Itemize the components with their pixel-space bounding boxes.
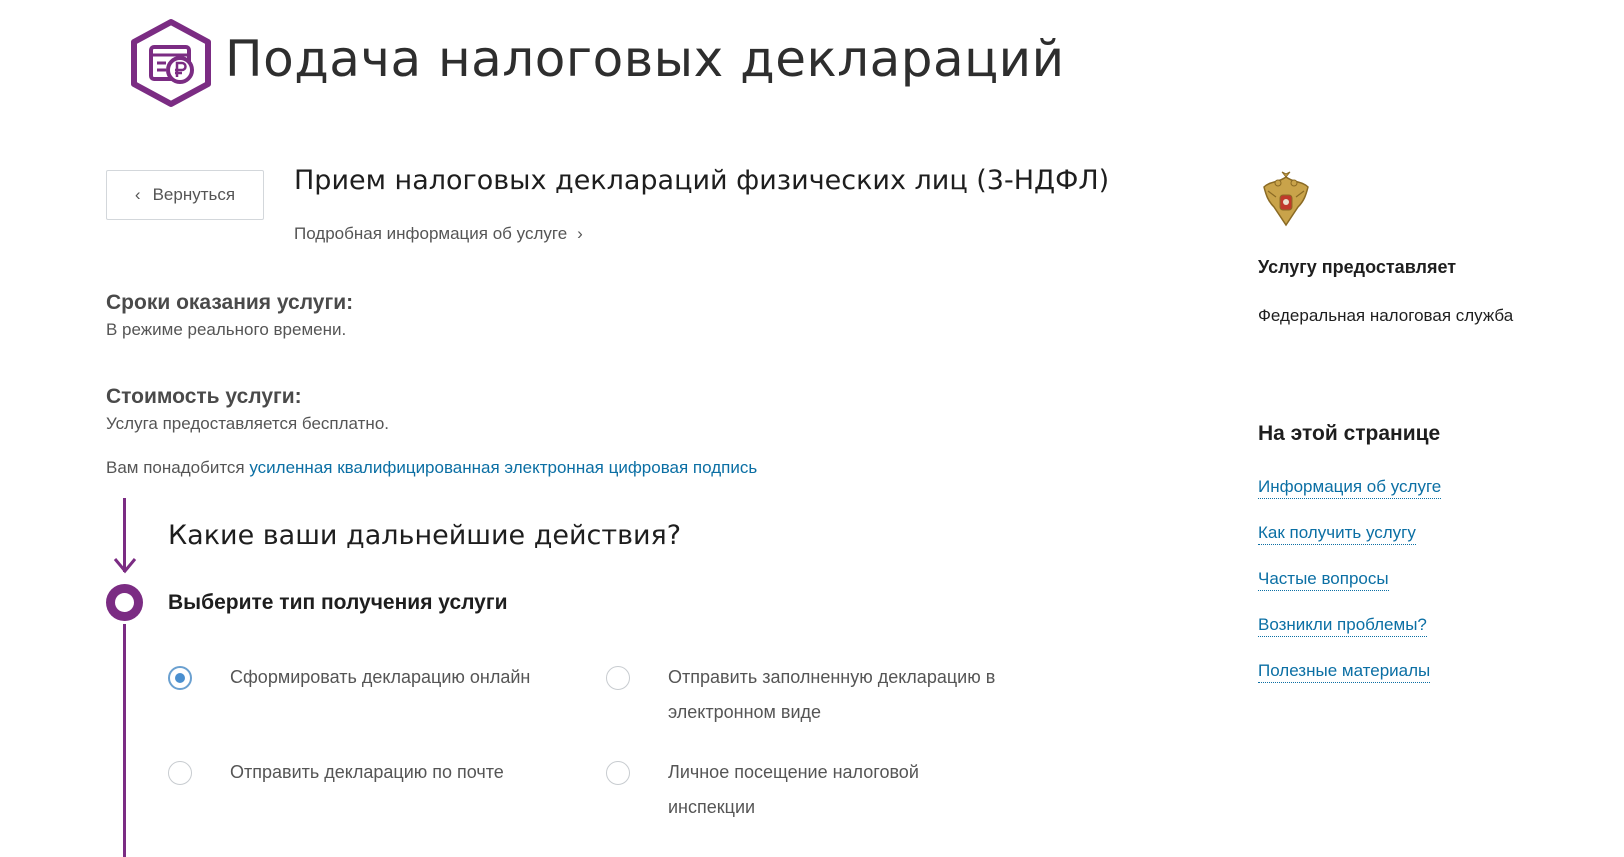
option-online-label[interactable]: Сформировать декларацию онлайн — [230, 660, 560, 695]
radio-visit[interactable] — [606, 761, 630, 785]
ruble-document-icon — [128, 18, 214, 108]
russian-coat-of-arms-icon — [1258, 171, 1314, 229]
signature-link[interactable]: усиленная квалифицированная электронная … — [249, 458, 757, 477]
option-electronic-label[interactable]: Отправить заполненную декларацию в элект… — [668, 660, 1028, 730]
site-title: Подача налоговых деклараций — [225, 30, 1065, 88]
choose-type-title: Выберите тип получения услуги — [168, 591, 508, 614]
option-visit-label[interactable]: Личное посещение налоговой инспекции — [668, 755, 968, 825]
on-this-page-heading: На этой странице — [1258, 422, 1441, 445]
radio-electronic[interactable] — [606, 666, 630, 690]
cost-value: Услуга предоставляется бесплатно. — [106, 414, 389, 433]
timeline-step-marker — [106, 584, 143, 621]
onpage-link-problems[interactable]: Возникли проблемы? — [1258, 615, 1427, 637]
arrow-down-icon — [113, 555, 137, 575]
service-title: Прием налоговых деклараций физических ли… — [294, 165, 1110, 196]
radio-mail[interactable] — [168, 761, 192, 785]
radio-online[interactable] — [168, 666, 192, 690]
provider-name: Федеральная налоговая служба — [1258, 306, 1514, 325]
back-button[interactable]: ‹ Вернуться — [106, 170, 264, 220]
timeline-line — [123, 624, 126, 857]
onpage-link-how-to-get[interactable]: Как получить услугу — [1258, 523, 1416, 545]
service-info-link[interactable]: Подробная информация об услуге › — [294, 224, 583, 244]
service-info-link-label: Подробная информация об услуге — [294, 224, 568, 243]
terms-label: Сроки оказания услуги: — [106, 291, 354, 314]
onpage-link-faq[interactable]: Частые вопросы — [1258, 569, 1389, 591]
requirement-line: Вам понадобится усиленная квалифицирован… — [106, 458, 757, 478]
onpage-link-materials[interactable]: Полезные материалы — [1258, 661, 1431, 683]
requirement-prefix: Вам понадобится — [106, 458, 245, 477]
provider-heading: Услугу предоставляет — [1258, 257, 1457, 277]
onpage-link-service-info[interactable]: Информация об услуге — [1258, 477, 1442, 499]
cost-label: Стоимость услуги: — [106, 385, 302, 408]
next-steps-title: Какие ваши дальнейшие действия? — [168, 520, 682, 551]
back-button-label: Вернуться — [152, 185, 236, 204]
chevron-right-icon: › — [577, 224, 583, 243]
chevron-left-icon: ‹ — [134, 185, 141, 204]
option-mail-label[interactable]: Отправить декларацию по почте — [230, 755, 560, 790]
terms-value: В режиме реального времени. — [106, 320, 347, 339]
